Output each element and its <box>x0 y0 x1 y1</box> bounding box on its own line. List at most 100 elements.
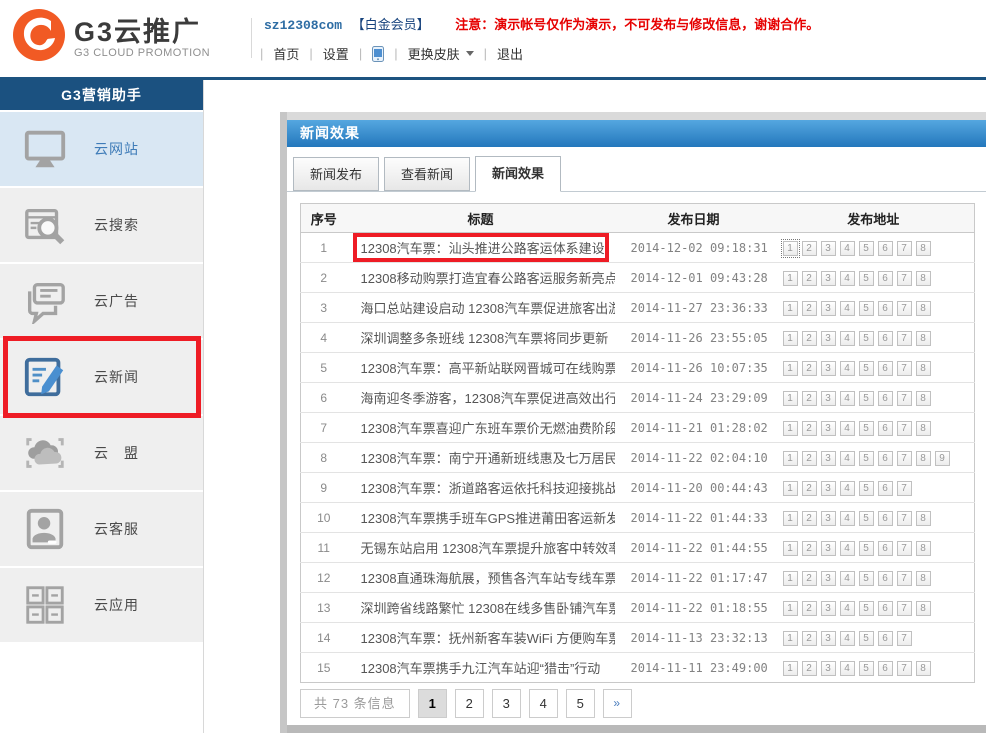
publish-address-link-3[interactable]: 3 <box>821 541 836 556</box>
publish-address-link-2[interactable]: 2 <box>802 631 817 646</box>
publish-address-link-7[interactable]: 7 <box>897 391 912 406</box>
publish-address-link-4[interactable]: 4 <box>840 631 855 646</box>
publish-address-link-7[interactable]: 7 <box>897 301 912 316</box>
publish-address-link-7[interactable]: 7 <box>897 271 912 286</box>
publish-address-link-6[interactable]: 6 <box>878 271 893 286</box>
page-button-2[interactable]: 2 <box>455 689 484 718</box>
publish-address-link-9[interactable]: 9 <box>935 451 950 466</box>
publish-address-link-3[interactable]: 3 <box>821 601 836 616</box>
publish-address-link-1[interactable]: 1 <box>783 541 798 556</box>
publish-address-link-3[interactable]: 3 <box>821 331 836 346</box>
publish-address-link-6[interactable]: 6 <box>878 481 893 496</box>
tab-effect[interactable]: 新闻效果 <box>475 156 561 192</box>
publish-address-link-5[interactable]: 5 <box>859 511 874 526</box>
publish-address-link-4[interactable]: 4 <box>840 361 855 376</box>
publish-address-link-7[interactable]: 7 <box>897 631 912 646</box>
publish-address-link-8[interactable]: 8 <box>916 421 931 436</box>
publish-address-link-8[interactable]: 8 <box>916 511 931 526</box>
publish-address-link-5[interactable]: 5 <box>859 631 874 646</box>
publish-address-link-8[interactable]: 8 <box>916 661 931 676</box>
publish-address-link-6[interactable]: 6 <box>878 511 893 526</box>
publish-address-link-6[interactable]: 6 <box>878 571 893 586</box>
publish-address-link-3[interactable]: 3 <box>821 631 836 646</box>
page-button-3[interactable]: 3 <box>492 689 521 718</box>
publish-address-link-7[interactable]: 7 <box>897 451 912 466</box>
page-button-4[interactable]: 4 <box>529 689 558 718</box>
publish-address-link-3[interactable]: 3 <box>821 481 836 496</box>
publish-address-link-3[interactable]: 3 <box>821 301 836 316</box>
publish-address-link-1[interactable]: 1 <box>783 301 798 316</box>
nav-change-skin[interactable]: 更换皮肤 <box>398 42 484 65</box>
publish-address-link-6[interactable]: 6 <box>878 391 893 406</box>
publish-address-link-8[interactable]: 8 <box>916 361 931 376</box>
publish-address-link-2[interactable]: 2 <box>802 361 817 376</box>
publish-address-link-8[interactable]: 8 <box>916 271 931 286</box>
sidebar-item-service[interactable]: 云客服 <box>0 492 203 566</box>
publish-address-link-7[interactable]: 7 <box>897 541 912 556</box>
publish-address-link-7[interactable]: 7 <box>897 601 912 616</box>
publish-address-link-4[interactable]: 4 <box>840 241 855 256</box>
content-left-scroll-track[interactable] <box>280 112 287 733</box>
publish-address-link-5[interactable]: 5 <box>859 571 874 586</box>
sidebar-item-website[interactable]: 云网站 <box>0 112 203 186</box>
publish-address-link-5[interactable]: 5 <box>859 451 874 466</box>
publish-address-link-1[interactable]: 1 <box>783 331 798 346</box>
publish-address-link-3[interactable]: 3 <box>821 361 836 376</box>
publish-address-link-8[interactable]: 8 <box>916 301 931 316</box>
publish-address-link-5[interactable]: 5 <box>859 391 874 406</box>
sidebar-item-search[interactable]: 云搜索 <box>0 188 203 262</box>
publish-address-link-2[interactable]: 2 <box>802 511 817 526</box>
publish-address-link-2[interactable]: 2 <box>802 571 817 586</box>
publish-address-link-2[interactable]: 2 <box>802 421 817 436</box>
publish-address-link-6[interactable]: 6 <box>878 301 893 316</box>
publish-address-link-5[interactable]: 5 <box>859 421 874 436</box>
publish-address-link-4[interactable]: 4 <box>840 511 855 526</box>
publish-address-link-4[interactable]: 4 <box>840 571 855 586</box>
publish-address-link-7[interactable]: 7 <box>897 421 912 436</box>
publish-address-link-2[interactable]: 2 <box>802 271 817 286</box>
publish-address-link-4[interactable]: 4 <box>840 301 855 316</box>
publish-address-link-3[interactable]: 3 <box>821 391 836 406</box>
sidebar-item-ads[interactable]: 云广告 <box>0 264 203 338</box>
publish-address-link-1[interactable]: 1 <box>783 631 798 646</box>
publish-address-link-4[interactable]: 4 <box>840 661 855 676</box>
sidebar-item-apps[interactable]: 云应用 <box>0 568 203 642</box>
publish-address-link-6[interactable]: 6 <box>878 361 893 376</box>
nav-settings[interactable]: 设置 <box>313 42 359 65</box>
publish-address-link-7[interactable]: 7 <box>897 361 912 376</box>
publish-address-link-8[interactable]: 8 <box>916 601 931 616</box>
publish-address-link-4[interactable]: 4 <box>840 421 855 436</box>
publish-address-link-8[interactable]: 8 <box>916 571 931 586</box>
publish-address-link-2[interactable]: 2 <box>802 391 817 406</box>
publish-address-link-3[interactable]: 3 <box>821 451 836 466</box>
publish-address-link-4[interactable]: 4 <box>840 391 855 406</box>
publish-address-link-5[interactable]: 5 <box>859 481 874 496</box>
publish-address-link-7[interactable]: 7 <box>897 481 912 496</box>
publish-address-link-1[interactable]: 1 <box>783 271 798 286</box>
publish-address-link-1[interactable]: 1 <box>783 661 798 676</box>
page-button-5[interactable]: 5 <box>566 689 595 718</box>
publish-address-link-1[interactable]: 1 <box>783 361 798 376</box>
publish-address-link-2[interactable]: 2 <box>802 481 817 496</box>
publish-address-link-8[interactable]: 8 <box>916 241 931 256</box>
publish-address-link-6[interactable]: 6 <box>878 631 893 646</box>
publish-address-link-7[interactable]: 7 <box>897 511 912 526</box>
publish-address-link-6[interactable]: 6 <box>878 421 893 436</box>
publish-address-link-1[interactable]: 1 <box>783 451 798 466</box>
publish-address-link-2[interactable]: 2 <box>802 451 817 466</box>
next-page-button[interactable]: » <box>603 689 632 718</box>
publish-address-link-2[interactable]: 2 <box>802 541 817 556</box>
publish-address-link-1[interactable]: 1 <box>783 481 798 496</box>
publish-address-link-3[interactable]: 3 <box>821 421 836 436</box>
publish-address-link-6[interactable]: 6 <box>878 331 893 346</box>
nav-home[interactable]: 首页 <box>263 42 309 65</box>
sidebar-item-union[interactable]: 云 盟 <box>0 416 203 490</box>
publish-address-link-4[interactable]: 4 <box>840 541 855 556</box>
publish-address-link-3[interactable]: 3 <box>821 661 836 676</box>
publish-address-link-6[interactable]: 6 <box>878 661 893 676</box>
publish-address-link-8[interactable]: 8 <box>916 331 931 346</box>
publish-address-link-2[interactable]: 2 <box>802 301 817 316</box>
publish-address-link-2[interactable]: 2 <box>802 241 817 256</box>
publish-address-link-6[interactable]: 6 <box>878 241 893 256</box>
publish-address-link-1[interactable]: 1 <box>783 421 798 436</box>
